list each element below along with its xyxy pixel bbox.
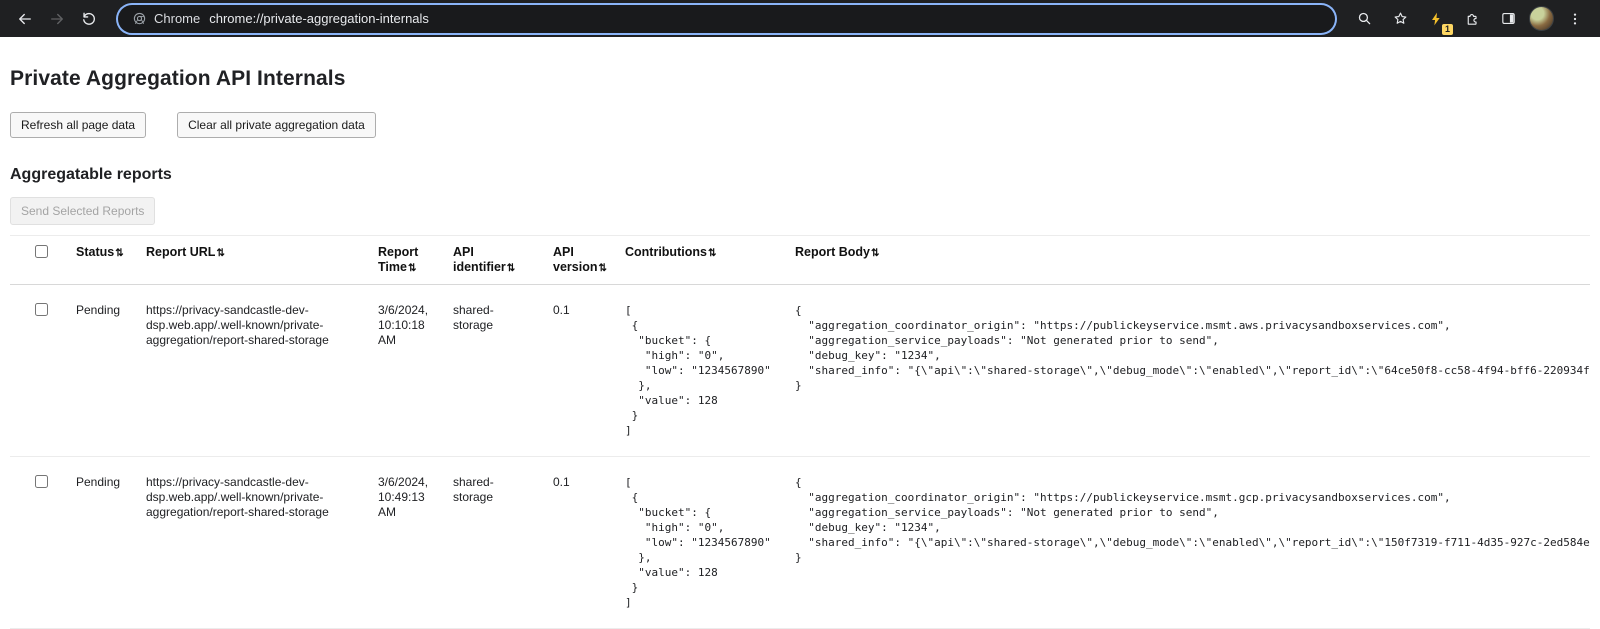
browser-menu-button[interactable] bbox=[1560, 4, 1590, 34]
extension-badge: 1 bbox=[1441, 23, 1454, 36]
back-arrow-icon bbox=[16, 10, 34, 28]
clear-all-button[interactable]: Clear all private aggregation data bbox=[177, 112, 376, 138]
extensions-puzzle-icon bbox=[1464, 10, 1481, 27]
header-contributions[interactable]: Contributions⇅ bbox=[615, 236, 785, 285]
search-button[interactable] bbox=[1349, 4, 1379, 34]
reload-button[interactable] bbox=[74, 4, 104, 34]
toolbar-right-icons: 1 bbox=[1349, 4, 1590, 34]
side-panel-button[interactable] bbox=[1493, 4, 1523, 34]
header-api-identifier[interactable]: API identifier⇅ bbox=[443, 236, 543, 285]
report-time-cell: 3/6/2024, 10:10:18 AM bbox=[368, 285, 443, 457]
contributions-cell: [ { "bucket": { "high": "0", "low": "123… bbox=[615, 457, 785, 629]
table-row: Pending https://privacy-sandcastle-dev-d… bbox=[10, 285, 1590, 457]
report-body-cell: { "aggregation_coordinator_origin": "htt… bbox=[785, 285, 1590, 457]
sort-icon[interactable]: ⇅ bbox=[708, 248, 716, 259]
side-panel-icon bbox=[1500, 10, 1517, 27]
report-url-cell: https://privacy-sandcastle-dev-dsp.web.a… bbox=[136, 457, 368, 629]
menu-dots-icon bbox=[1567, 11, 1583, 27]
url-text: chrome://private-aggregation-internals bbox=[209, 11, 429, 26]
extensions-button[interactable] bbox=[1457, 4, 1487, 34]
table-row: Pending https://privacy-sandcastle-dev-d… bbox=[10, 457, 1590, 629]
report-body-cell: { "aggregation_coordinator_origin": "htt… bbox=[785, 457, 1590, 629]
profile-avatar[interactable] bbox=[1529, 6, 1554, 31]
chrome-page-chip: Chrome bbox=[132, 11, 200, 26]
aggregatable-reports-table: Status⇅ Report URL⇅ Report Time⇅ API ide… bbox=[10, 235, 1590, 629]
status-cell: Pending bbox=[66, 285, 136, 457]
page-actions: Refresh all page data Clear all private … bbox=[10, 112, 1590, 138]
status-cell: Pending bbox=[66, 457, 136, 629]
reports-toolbar: Send Selected Reports bbox=[10, 197, 1590, 225]
header-report-url[interactable]: Report URL⇅ bbox=[136, 236, 368, 285]
sort-icon[interactable]: ⇅ bbox=[216, 248, 224, 259]
table-header-row: Status⇅ Report URL⇅ Report Time⇅ API ide… bbox=[10, 236, 1590, 285]
star-icon bbox=[1392, 10, 1409, 27]
forward-button[interactable] bbox=[42, 4, 72, 34]
search-icon bbox=[1356, 10, 1373, 27]
sort-icon[interactable]: ⇅ bbox=[115, 248, 123, 259]
reload-icon bbox=[80, 10, 98, 28]
send-selected-reports-button[interactable]: Send Selected Reports bbox=[10, 197, 155, 225]
sort-icon[interactable]: ⇅ bbox=[408, 263, 416, 274]
chrome-logo-icon bbox=[132, 11, 147, 26]
page-content: Private Aggregation API Internals Refres… bbox=[0, 67, 1600, 629]
report-url-cell: https://privacy-sandcastle-dev-dsp.web.a… bbox=[136, 285, 368, 457]
sort-icon[interactable]: ⇅ bbox=[871, 248, 879, 259]
select-all-checkbox[interactable] bbox=[35, 245, 48, 258]
address-bar[interactable]: Chrome chrome://private-aggregation-inte… bbox=[118, 5, 1335, 33]
api-identifier-cell: shared-storage bbox=[443, 285, 543, 457]
bookmark-button[interactable] bbox=[1385, 4, 1415, 34]
sort-icon[interactable]: ⇅ bbox=[598, 263, 606, 274]
page-title: Private Aggregation API Internals bbox=[10, 67, 1590, 91]
header-status[interactable]: Status⇅ bbox=[66, 236, 136, 285]
product-label: Chrome bbox=[154, 11, 200, 26]
contributions-cell: [ { "bucket": { "high": "0", "low": "123… bbox=[615, 285, 785, 457]
refresh-all-button[interactable]: Refresh all page data bbox=[10, 112, 146, 138]
row-checkbox[interactable] bbox=[35, 303, 48, 316]
browser-toolbar: Chrome chrome://private-aggregation-inte… bbox=[0, 0, 1600, 37]
report-time-cell: 3/6/2024, 10:49:13 AM bbox=[368, 457, 443, 629]
header-report-body[interactable]: Report Body⇅ bbox=[785, 236, 1590, 285]
header-api-version[interactable]: API version⇅ bbox=[543, 236, 615, 285]
header-report-time[interactable]: Report Time⇅ bbox=[368, 236, 443, 285]
api-version-cell: 0.1 bbox=[543, 457, 615, 629]
back-button[interactable] bbox=[10, 4, 40, 34]
pinned-extension-button[interactable]: 1 bbox=[1421, 4, 1451, 34]
api-identifier-cell: shared-storage bbox=[443, 457, 543, 629]
sort-icon[interactable]: ⇅ bbox=[507, 263, 515, 274]
api-version-cell: 0.1 bbox=[543, 285, 615, 457]
forward-arrow-icon bbox=[48, 10, 66, 28]
section-title: Aggregatable reports bbox=[10, 166, 1590, 184]
row-checkbox[interactable] bbox=[35, 475, 48, 488]
